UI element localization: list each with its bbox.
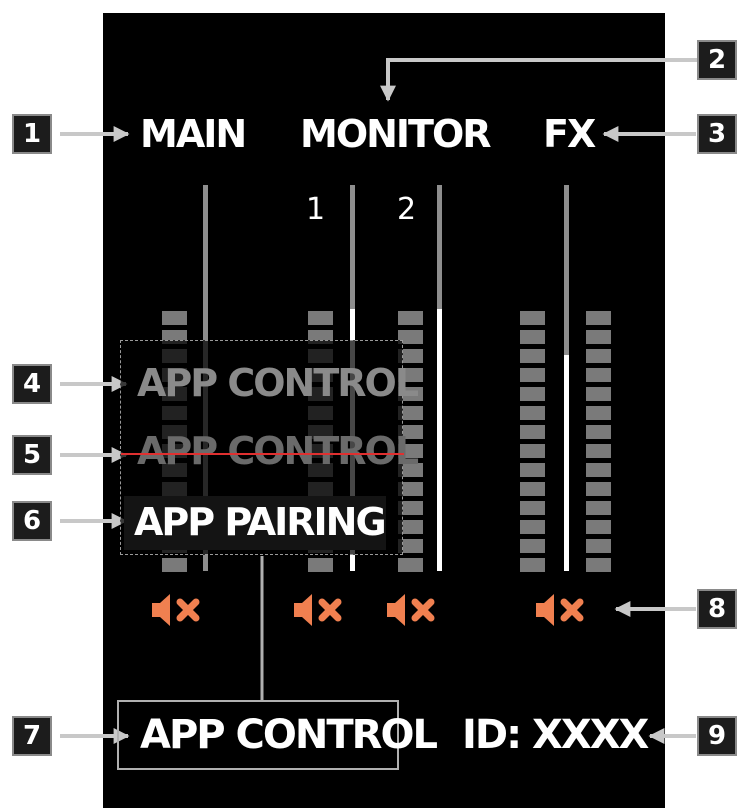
monitor-label: MONITOR xyxy=(300,112,492,156)
meter-segment xyxy=(520,444,545,458)
meter-segment xyxy=(586,520,611,534)
meter-segment xyxy=(586,406,611,420)
fx-meter-right xyxy=(586,302,611,572)
meter-segment xyxy=(586,425,611,439)
meter-segment xyxy=(398,558,423,572)
meter-segment xyxy=(586,482,611,496)
meter-segment xyxy=(520,311,545,325)
meter-segment xyxy=(520,387,545,401)
fx-meter-left xyxy=(520,302,545,572)
fx-label: FX xyxy=(543,112,596,156)
app-control-disabled-text: APP CONTROL xyxy=(137,429,419,473)
main-label: MAIN xyxy=(140,112,247,156)
meter-segment xyxy=(162,558,187,572)
monitor-channel-2: 2 xyxy=(397,192,417,227)
app-control-text: APP CONTROL xyxy=(140,712,438,758)
meter-segment xyxy=(520,330,545,344)
meter-segment xyxy=(162,311,187,325)
meter-segment xyxy=(586,539,611,553)
fx-fader[interactable] xyxy=(564,185,569,571)
meter-segment xyxy=(520,463,545,477)
monitor-2-fader[interactable] xyxy=(437,185,442,571)
meter-segment xyxy=(586,349,611,363)
meter-segment xyxy=(586,444,611,458)
callout-badge-4: 4 xyxy=(12,364,52,404)
callout-badge-8: 8 xyxy=(697,589,737,629)
callout-badge-7: 7 xyxy=(12,716,52,756)
meter-segment xyxy=(520,501,545,515)
monitor-1-mute-icon[interactable] xyxy=(290,590,360,630)
monitor-channel-1: 1 xyxy=(306,192,326,227)
meter-segment xyxy=(586,330,611,344)
meter-segment xyxy=(520,425,545,439)
meter-segment xyxy=(586,501,611,515)
meter-segment xyxy=(520,368,545,382)
strike-line xyxy=(121,453,404,455)
callout-2-arrow xyxy=(380,58,697,102)
meter-segment xyxy=(520,406,545,420)
monitor-2-mute-icon[interactable] xyxy=(383,590,453,630)
meter-segment xyxy=(398,311,423,325)
callout-badge-2: 2 xyxy=(697,40,737,80)
meter-segment xyxy=(586,387,611,401)
meter-segment xyxy=(586,463,611,477)
callout-badge-1: 1 xyxy=(12,114,52,154)
callout-badge-5: 5 xyxy=(12,435,52,475)
callout-badge-3: 3 xyxy=(697,114,737,154)
app-pairing-text: APP PAIRING xyxy=(134,500,387,544)
meter-segment xyxy=(520,558,545,572)
meter-segment xyxy=(308,558,333,572)
meter-segment xyxy=(586,558,611,572)
callout-badge-6: 6 xyxy=(12,501,52,541)
meter-segment xyxy=(308,311,333,325)
fx-mute-icon[interactable] xyxy=(532,590,602,630)
meter-segment xyxy=(520,539,545,553)
app-control-dim-text: APP CONTROL xyxy=(137,361,419,405)
main-mute-icon[interactable] xyxy=(148,590,218,630)
callout-badge-9: 9 xyxy=(697,716,737,756)
meter-segment xyxy=(520,482,545,496)
meter-segment xyxy=(520,349,545,363)
meter-segment xyxy=(586,311,611,325)
meter-segment xyxy=(520,520,545,534)
meter-segment xyxy=(586,368,611,382)
device-id-text: ID: XXXX xyxy=(462,712,649,758)
